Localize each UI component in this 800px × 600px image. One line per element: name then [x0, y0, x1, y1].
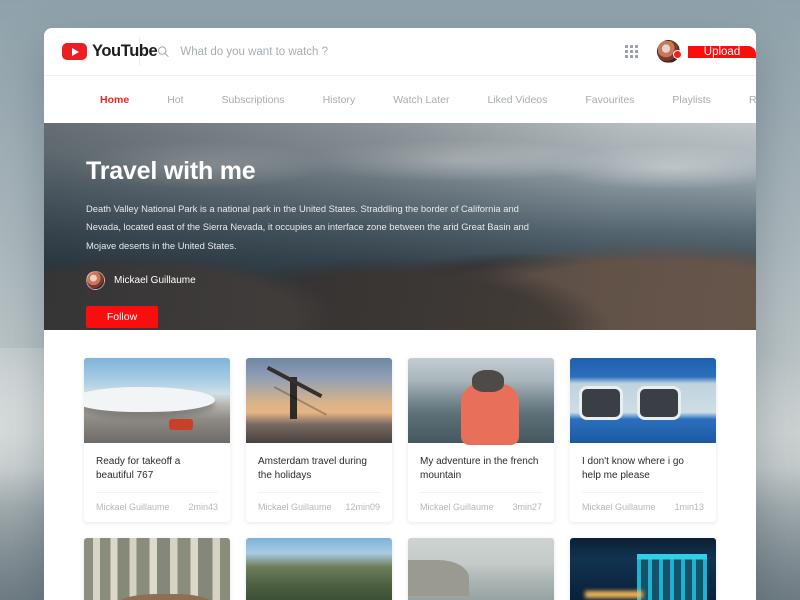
video-card[interactable]: Ready for takeoff a beautiful 767 Mickae…	[84, 358, 230, 523]
nav-item-favourites[interactable]: Favourites	[566, 94, 653, 106]
nav-item-liked-videos[interactable]: Liked Videos	[468, 94, 566, 106]
top-header: YouTube Upload	[44, 28, 756, 75]
hero-author-avatar	[86, 270, 105, 290]
video-thumbnail[interactable]	[84, 538, 230, 600]
video-title: My adventure in the french mountain	[420, 456, 539, 482]
video-meta: Mickael Guillaume 1min13	[582, 492, 704, 522]
video-card[interactable]	[84, 538, 230, 600]
video-card[interactable]: Amsterdam travel during the holidays Mic…	[246, 358, 392, 523]
video-author: Mickael Guillaume	[258, 502, 332, 513]
hero-author[interactable]: Mickael Guillaume	[86, 270, 716, 290]
video-thumbnail[interactable]	[84, 358, 230, 443]
hero-author-name: Mickael Guillaume	[114, 274, 196, 286]
video-card[interactable]: I don't know where i go help me please M…	[570, 358, 716, 523]
video-duration: 12min09	[345, 502, 380, 513]
brand-logo[interactable]: YouTube	[44, 28, 158, 75]
hero-title: Travel with me	[86, 157, 256, 185]
search-icon	[158, 46, 169, 57]
upload-button[interactable]: Upload	[688, 45, 756, 58]
video-author: Mickael Guillaume	[582, 502, 656, 513]
nav-item-watch-later[interactable]: Watch Later	[374, 94, 468, 106]
video-thumbnail[interactable]	[246, 358, 392, 443]
video-thumbnail[interactable]	[246, 538, 392, 600]
nav-item-history[interactable]: History	[304, 94, 375, 106]
video-card[interactable]: My adventure in the french mountain Mick…	[408, 358, 554, 523]
video-grid-row-1: Ready for takeoff a beautiful 767 Mickae…	[84, 358, 716, 523]
video-duration: 1min13	[674, 502, 704, 513]
apps-grid-icon[interactable]	[614, 45, 648, 58]
search-bar[interactable]	[140, 28, 614, 75]
follow-button[interactable]: Follow	[86, 305, 158, 328]
video-card[interactable]	[246, 538, 392, 600]
video-grid-row-2	[84, 538, 716, 600]
youtube-play-icon	[62, 43, 87, 60]
hero-description: Death Valley National Park is a national…	[86, 203, 529, 251]
nav-item-recommendations[interactable]: Recommendations	[730, 94, 756, 106]
nav-item-subscriptions[interactable]: Subscriptions	[203, 94, 304, 106]
video-duration: 2min43	[188, 502, 218, 513]
app-window: YouTube Upload Home Hot Subscriptions	[44, 28, 756, 600]
video-thumbnail[interactable]	[570, 538, 716, 600]
video-thumbnail[interactable]	[408, 538, 554, 600]
video-card[interactable]	[570, 538, 716, 600]
video-meta: Mickael Guillaume 12min09	[258, 492, 380, 522]
video-title: Amsterdam travel during the holidays	[258, 456, 367, 482]
video-duration: 3min27	[512, 502, 542, 513]
nav-item-hot[interactable]: Hot	[148, 94, 202, 106]
notification-dot-icon	[673, 50, 682, 59]
search-input[interactable]	[180, 45, 614, 58]
video-author: Mickael Guillaume	[420, 502, 494, 513]
nav-item-playlists[interactable]: Playlists	[653, 94, 730, 106]
video-thumbnail[interactable]	[408, 358, 554, 445]
video-content: Ready for takeoff a beautiful 767 Mickae…	[44, 330, 756, 600]
video-title: I don't know where i go help me please	[582, 456, 684, 482]
video-title: Ready for takeoff a beautiful 767	[96, 456, 181, 482]
hero-banner: Travel with me Death Valley National Par…	[44, 123, 756, 330]
video-meta: Mickael Guillaume 3min27	[420, 492, 542, 522]
account-avatar[interactable]	[648, 40, 688, 63]
video-meta: Mickael Guillaume 2min43	[96, 492, 218, 522]
nav-item-home[interactable]: Home	[66, 94, 148, 106]
main-nav: Home Hot Subscriptions History Watch Lat…	[44, 75, 756, 123]
video-card[interactable]	[408, 538, 554, 600]
video-author: Mickael Guillaume	[96, 502, 170, 513]
video-thumbnail[interactable]	[570, 358, 716, 443]
